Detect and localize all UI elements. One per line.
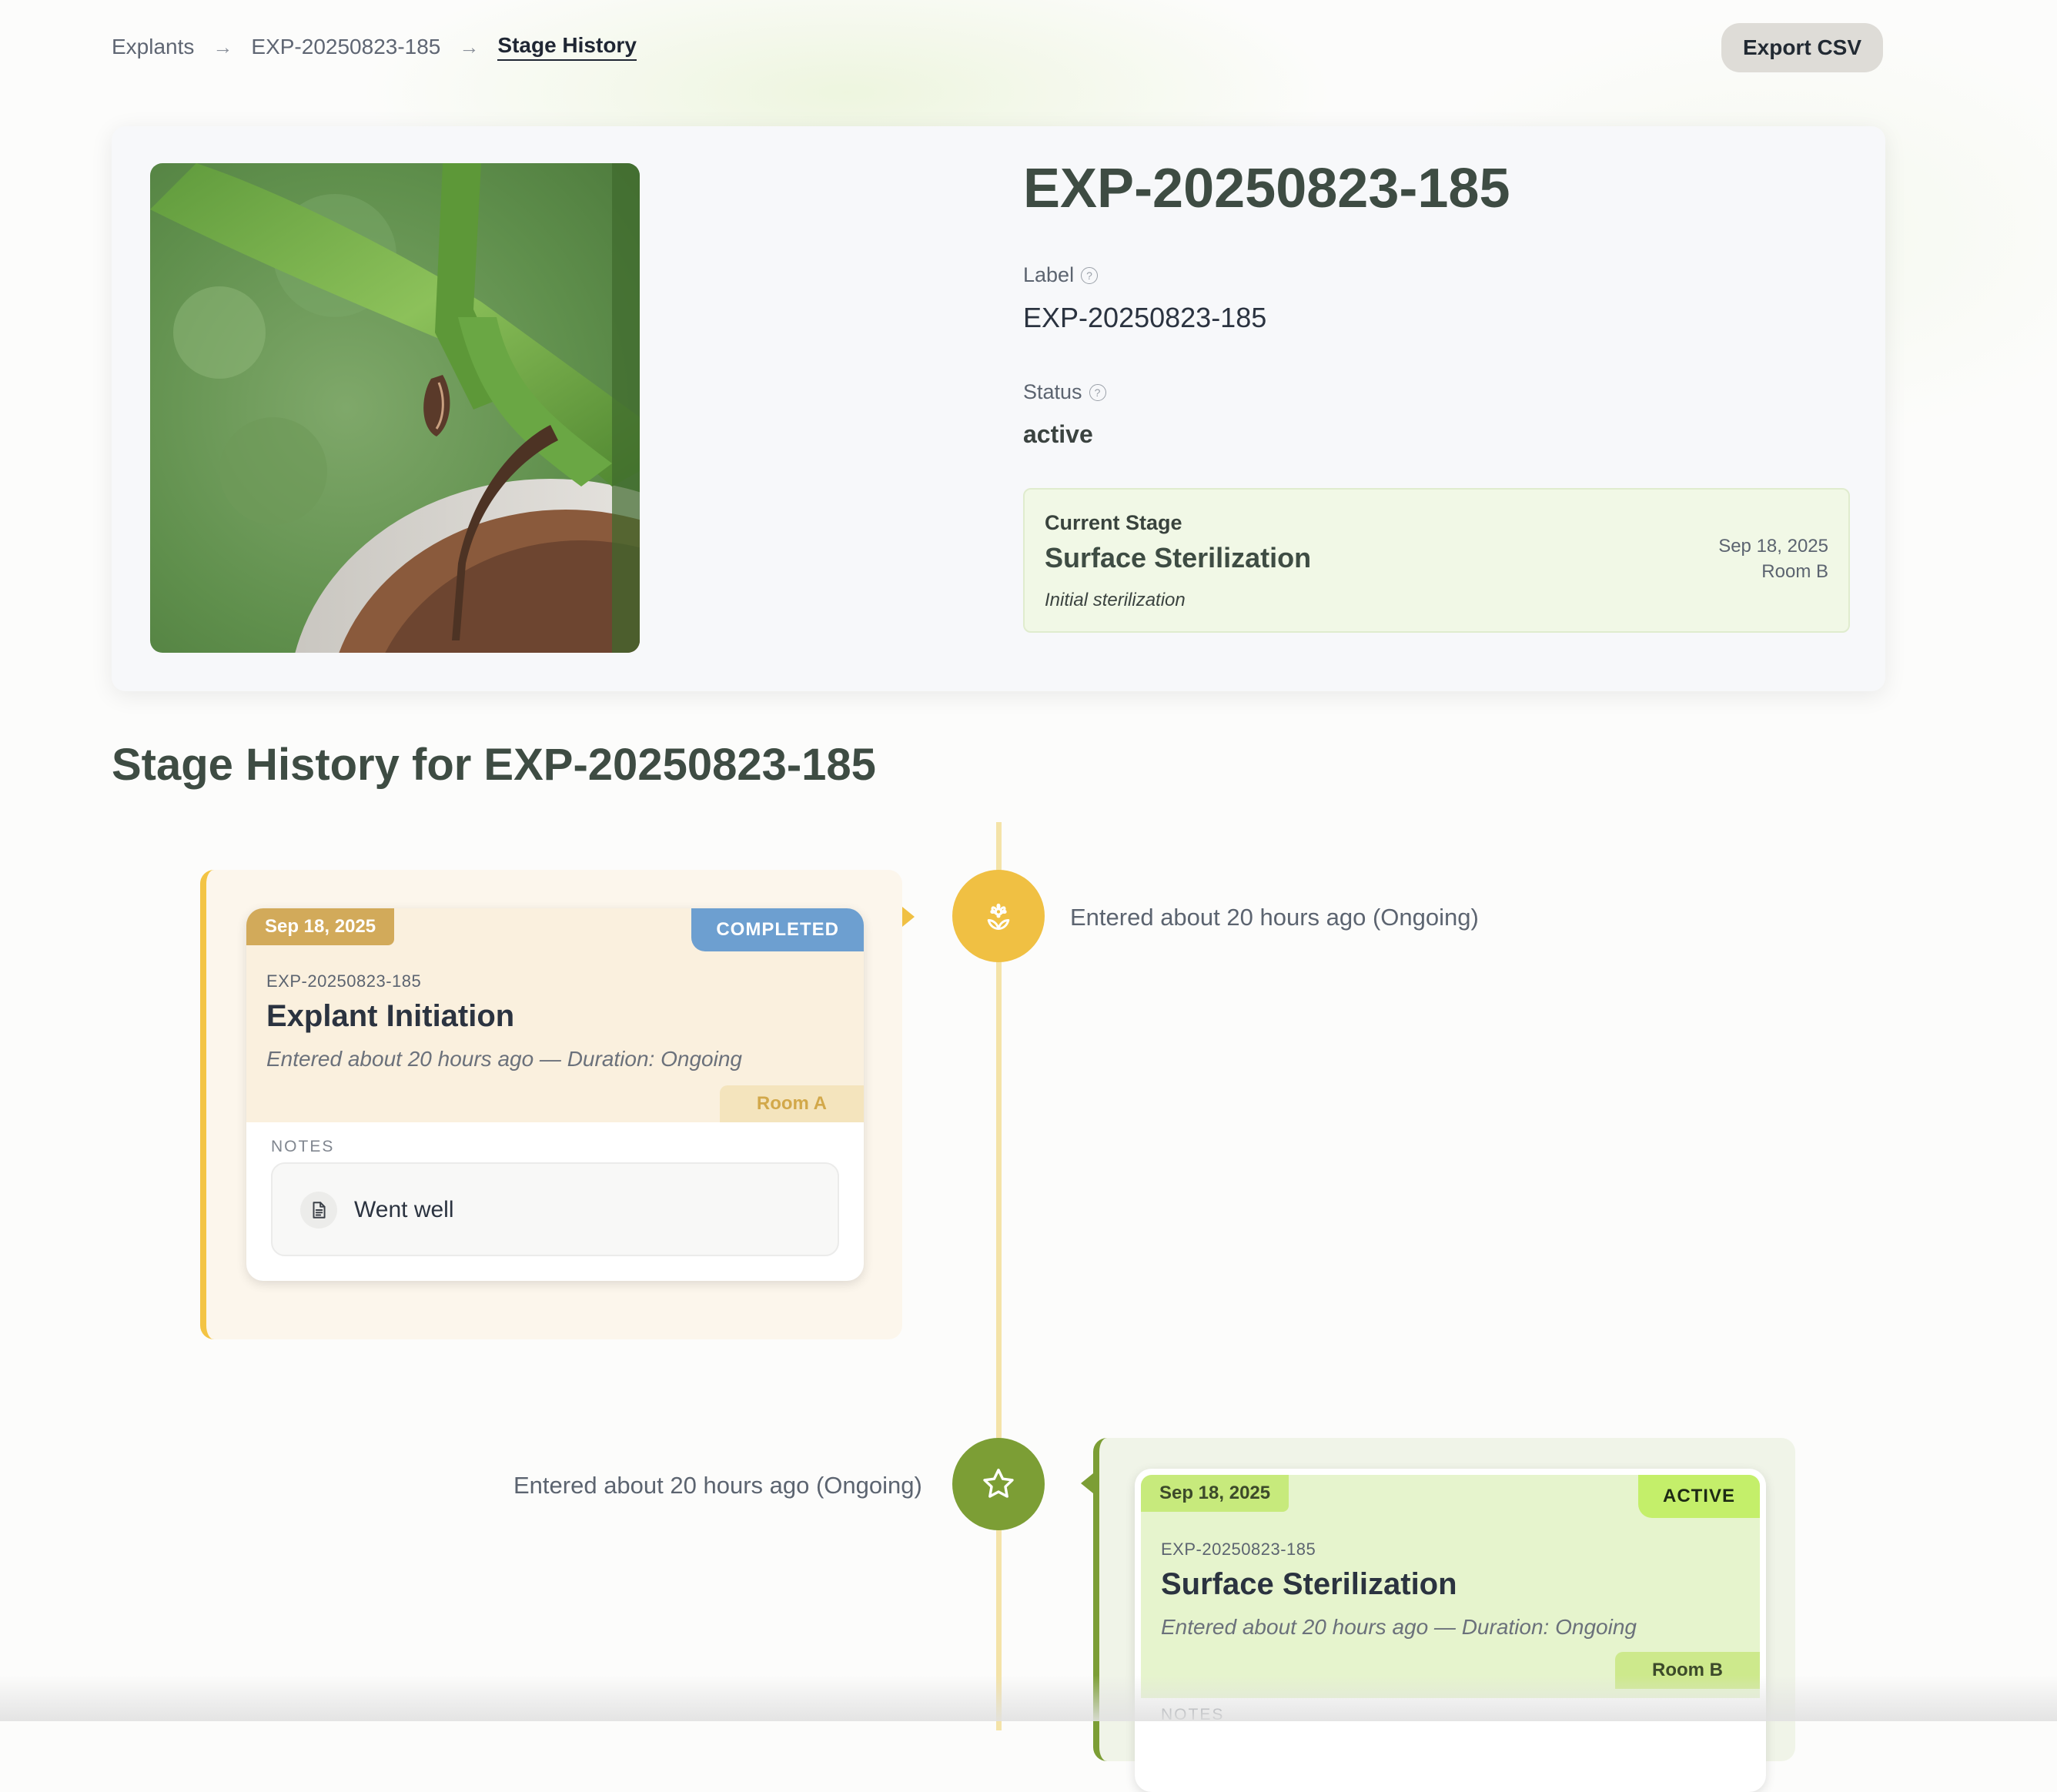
timeline-entry-text: Entered about 20 hours ago (Ongoing)	[513, 1472, 922, 1499]
explant-photo	[150, 163, 640, 653]
stage-card-title: Explant Initiation	[266, 999, 515, 1033]
date-badge: Sep 18, 2025	[246, 908, 395, 945]
breadcrumb-explant-link[interactable]: EXP-20250823-185	[251, 35, 440, 59]
export-csv-button[interactable]: Export CSV	[1721, 23, 1883, 72]
current-stage-date: Sep 18, 2025	[1718, 536, 1828, 557]
timeline-dot	[952, 870, 1045, 962]
timeline-entry-text: Entered about 20 hours ago (Ongoing)	[1070, 904, 1479, 931]
stage-card-surface-sterilization[interactable]: Sep 18, 2025 ACTIVE EXP-20250823-185 Sur…	[1135, 1469, 1766, 1792]
card-pointer	[1081, 1473, 1093, 1493]
help-icon[interactable]: ?	[1081, 266, 1099, 284]
card-pointer	[902, 907, 915, 927]
status-badge: ACTIVE	[1637, 1475, 1760, 1518]
label-caption: Label	[1023, 263, 1075, 286]
stage-card-meta: Entered about 20 hours ago — Duration: O…	[266, 1047, 742, 1071]
breadcrumb: Explants → EXP-20250823-185 → Stage Hist…	[112, 32, 637, 62]
current-stage-note: Initial sterilization	[1045, 590, 1186, 610]
explant-title: EXP-20250823-185	[1023, 158, 1510, 219]
current-stage-caption: Current Stage	[1045, 511, 1182, 534]
stage-card-meta: Entered about 20 hours ago — Duration: O…	[1161, 1615, 1637, 1639]
room-badge: Room A	[719, 1085, 864, 1122]
help-icon[interactable]: ?	[1089, 383, 1106, 401]
document-icon	[313, 1202, 326, 1219]
breadcrumb-arrow-icon: →	[459, 35, 480, 59]
stage-card-title: Surface Sterilization	[1161, 1567, 1457, 1601]
date-badge: Sep 18, 2025	[1141, 1475, 1289, 1512]
stage-card-explant-id: EXP-20250823-185	[266, 971, 422, 991]
note-item: Went well	[271, 1162, 839, 1256]
bottom-fade	[0, 1675, 2057, 1721]
breadcrumb-current[interactable]: Stage History	[497, 33, 637, 61]
flower-icon	[987, 903, 1010, 930]
stage-card-explant-initiation[interactable]: Sep 18, 2025 COMPLETED EXP-20250823-185 …	[246, 908, 864, 1281]
plant-photo-illustration	[150, 163, 640, 653]
note-text: Went well	[354, 1197, 454, 1222]
note-icon-wrap	[300, 1192, 337, 1229]
breadcrumb-arrow-icon: →	[212, 35, 233, 59]
status-badge: COMPLETED	[691, 908, 864, 951]
stage-history-heading: Stage History for EXP-20250823-185	[112, 740, 876, 790]
notes-label: NOTES	[271, 1138, 335, 1155]
explant-summary-card: EXP-20250823-185 Label ? EXP-20250823-18…	[112, 126, 1885, 691]
current-stage-name: Surface Sterilization	[1045, 542, 1312, 573]
current-stage-room: Room B	[1761, 561, 1828, 582]
status-caption: Status	[1023, 380, 1082, 403]
timeline-dot	[952, 1438, 1045, 1530]
star-icon	[983, 1468, 1014, 1498]
stage-card-explant-id: EXP-20250823-185	[1161, 1540, 1316, 1559]
status-field-caption: Status ?	[1023, 380, 1106, 404]
breadcrumb-explants-link[interactable]: Explants	[112, 35, 194, 59]
label-value: EXP-20250823-185	[1023, 302, 1267, 333]
status-value: active	[1023, 420, 1093, 448]
label-field-caption: Label ?	[1023, 263, 1099, 287]
current-stage-panel: Current Stage Surface Sterilization Init…	[1023, 488, 1850, 633]
